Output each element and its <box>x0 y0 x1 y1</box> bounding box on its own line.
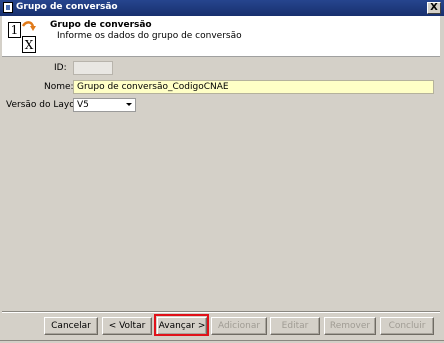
edit-button[interactable]: Editar <box>270 317 320 335</box>
remove-button[interactable]: Remover <box>324 317 376 335</box>
app-icon <box>3 2 13 13</box>
button-bar-separator <box>2 311 440 313</box>
chevron-down-icon[interactable] <box>126 103 132 106</box>
header-title: Grupo de conversão <box>50 20 152 30</box>
id-field <box>73 61 113 75</box>
name-field[interactable]: Grupo de conversão_CodigoCNAE <box>73 80 434 94</box>
icon-card-one: 1 <box>8 22 21 38</box>
wizard-window: Grupo de conversão X 1 X Grupo de conver… <box>0 0 444 343</box>
close-button[interactable]: X <box>427 2 441 14</box>
finish-button[interactable]: Concluir <box>380 317 434 335</box>
wizard-numbers-icon: 1 X <box>8 20 40 54</box>
layout-version-value: V5 <box>77 100 89 110</box>
next-button-highlight <box>154 314 209 336</box>
back-button[interactable]: < Voltar <box>102 317 152 335</box>
name-label: Nome: <box>44 82 74 92</box>
add-button[interactable]: Adicionar <box>211 317 267 335</box>
curved-arrow-icon <box>21 21 36 31</box>
cancel-button[interactable]: Cancelar <box>44 317 98 335</box>
icon-card-x: X <box>22 36 36 53</box>
wizard-header: 1 X Grupo de conversão Informe os dados … <box>2 16 440 57</box>
layout-version-select[interactable]: V5 <box>73 98 136 112</box>
header-subtitle: Informe os dados do grupo de conversão <box>57 31 242 41</box>
window-title: Grupo de conversão <box>16 2 118 12</box>
title-bar: Grupo de conversão X <box>0 0 444 16</box>
id-label: ID: <box>54 63 67 73</box>
